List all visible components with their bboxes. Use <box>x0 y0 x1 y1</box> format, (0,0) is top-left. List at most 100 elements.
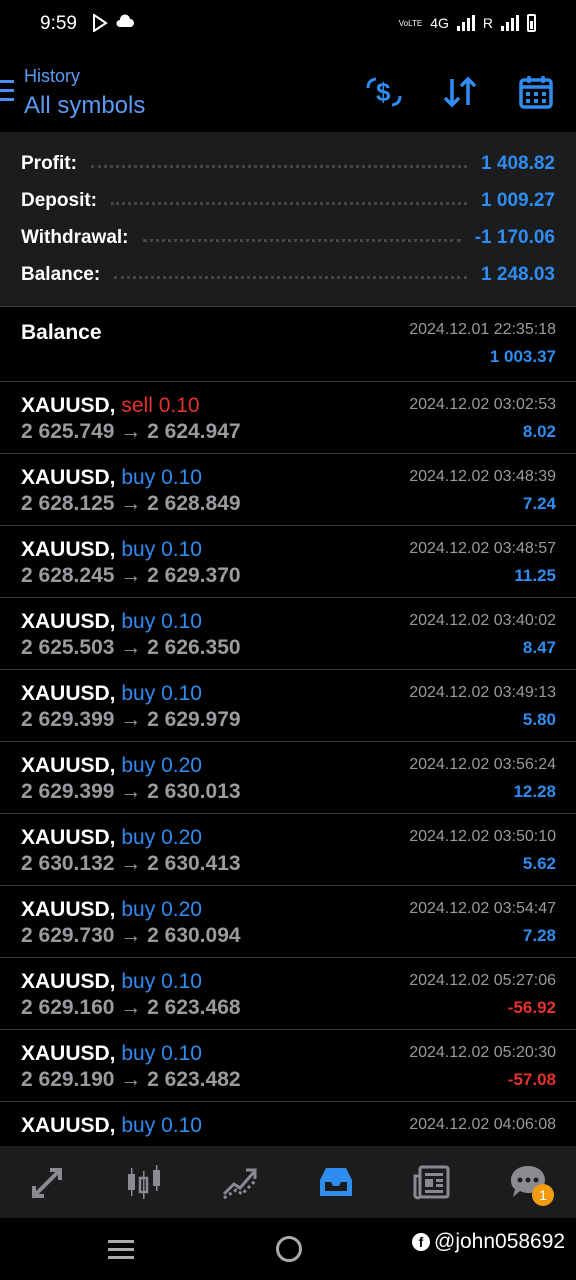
trade-row[interactable]: XAUUSD, buy 0.10 2 629.160 → 2 623.468 202… <box>0 957 576 1029</box>
balance-entry[interactable]: Balance 2024.12.01 22:35:18 1 003.37 <box>0 306 576 381</box>
news-icon[interactable] <box>402 1152 462 1212</box>
page-title[interactable]: All symbols <box>24 92 145 120</box>
status-bar: 9:59 VoLTE 4G R <box>0 0 576 52</box>
trade-prices: 2 629.190 → 2 623.482 <box>21 1068 241 1091</box>
play-store-icon <box>93 14 108 32</box>
trade-prices: 2 628.125 → 2 628.849 <box>21 492 241 515</box>
trade-side: buy 0.20 <box>121 826 202 849</box>
trade-row[interactable]: XAUUSD, sell 0.10 2 625.749 → 2 624.947 20… <box>0 381 576 453</box>
messages-icon[interactable]: 1 <box>498 1152 558 1212</box>
trade-symbol: XAUUSD, buy 0.10 <box>21 466 202 489</box>
trade-row[interactable]: XAUUSD, buy 0.20 2 629.730 → 2 630.094 202… <box>0 885 576 957</box>
trade-row[interactable]: XAUUSD, buy 0.10 2 629.399 → 2 629.979 202… <box>0 669 576 741</box>
history-list[interactable]: Balance 2024.12.01 22:35:18 1 003.37 XAU… <box>0 306 576 1146</box>
watermark: f @john058692 <box>412 1230 565 1254</box>
trade-side: buy 0.20 <box>121 898 202 921</box>
volte-indicator: VoLTE <box>398 18 423 28</box>
trade-prices: 2 629.399 → 2 630.013 <box>21 780 241 803</box>
trade-datetime: 2024.12.02 03:50:10 <box>409 828 556 845</box>
signal-icon <box>456 15 475 31</box>
dollar-exchange-icon[interactable]: $ <box>362 70 406 114</box>
balance-entry-datetime: 2024.12.01 22:35:18 <box>409 321 556 338</box>
trade-symbol: XAUUSD, buy 0.10 <box>21 1042 202 1065</box>
trade-profit: 7.28 <box>522 926 556 945</box>
trade-row[interactable]: XAUUSD, buy 0.10 2 628.125 → 2 628.849 202… <box>0 453 576 525</box>
trade-prices: 2 625.749 → 2 624.947 <box>21 420 241 443</box>
calendar-icon[interactable] <box>514 70 558 114</box>
chart-candles-icon[interactable] <box>114 1152 174 1212</box>
trade-profit: 8.02 <box>522 422 556 441</box>
summary-withdrawal: Withdrawal: -1 170.06 <box>21 227 555 248</box>
trade-side: buy 0.10 <box>121 1114 202 1137</box>
trade-profit: 5.62 <box>522 854 556 873</box>
trade-prices: 2 630.132 → 2 630.413 <box>21 852 241 875</box>
trade-profit: 5.80 <box>522 710 556 729</box>
trade-row[interactable]: XAUUSD, buy 0.10 2 628.245 → 2 629.370 202… <box>0 525 576 597</box>
watermark-handle: @john058692 <box>434 1230 566 1253</box>
network-type: 4G <box>430 15 449 31</box>
trade-datetime: 2024.12.02 03:56:24 <box>409 756 556 773</box>
trade-profit: 8.47 <box>522 638 556 657</box>
trade-prices: 2 629.730 → 2 630.094 <box>21 924 241 947</box>
trade-prices: 2 629.399 → 2 629.979 <box>21 708 241 731</box>
balance-entry-label: Balance <box>21 321 102 344</box>
trade-side: buy 0.10 <box>121 682 202 705</box>
trade-side: sell 0.10 <box>121 394 200 417</box>
trade-datetime: 2024.12.02 04:06:08 <box>409 1116 556 1133</box>
quotes-icon[interactable] <box>18 1152 78 1212</box>
trade-profit: -57.08 <box>507 1070 556 1089</box>
trade-symbol: XAUUSD, buy 0.20 <box>21 826 202 849</box>
trade-prices: 2 629.160 → 2 623.468 <box>21 996 241 1019</box>
battery-icon <box>527 14 536 32</box>
summary-deposit: Deposit: 1 009.27 <box>21 190 555 211</box>
trade-row[interactable]: XAUUSD, buy 0.10 → 2024.12.02 04:06:08 <box>0 1101 576 1146</box>
trade-side: buy 0.10 <box>121 1042 202 1065</box>
status-time: 9:59 <box>40 13 77 34</box>
signal-2-icon <box>501 15 519 31</box>
trade-datetime: 2024.12.02 03:48:39 <box>409 468 556 485</box>
trade-profit: -56.92 <box>507 998 556 1017</box>
header-subtitle: History <box>24 66 81 86</box>
trade-side: buy 0.20 <box>121 754 202 777</box>
svg-text:$: $ <box>376 77 391 107</box>
trade-prices: 2 628.245 → 2 629.370 <box>21 564 241 587</box>
home-icon[interactable] <box>276 1236 302 1262</box>
trade-symbol: XAUUSD, buy 0.10 <box>21 1114 202 1137</box>
trade-side: buy 0.10 <box>121 538 202 561</box>
summary-profit: Profit: 1 408.82 <box>21 153 555 174</box>
trade-icon[interactable] <box>210 1152 270 1212</box>
summary-panel: Profit: 1 408.82 Deposit: 1 009.27 Withd… <box>0 132 576 306</box>
bottom-navigation: 1 <box>0 1146 576 1218</box>
trade-symbol: XAUUSD, buy 0.20 <box>21 754 202 777</box>
menu-icon[interactable] <box>0 80 14 102</box>
trade-datetime: 2024.12.02 03:40:02 <box>409 612 556 629</box>
trade-datetime: 2024.12.02 05:20:30 <box>409 1044 556 1061</box>
sort-icon[interactable] <box>438 70 482 114</box>
balance-entry-amount: 1 003.37 <box>489 347 556 366</box>
trade-symbol: XAUUSD, buy 0.10 <box>21 682 202 705</box>
recent-apps-icon[interactable] <box>108 1240 134 1264</box>
trade-symbol: XAUUSD, buy 0.10 <box>21 970 202 993</box>
trade-profit: 11.25 <box>514 566 556 585</box>
trade-profit: 12.28 <box>513 782 556 801</box>
trade-datetime: 2024.12.02 03:02:53 <box>409 396 556 413</box>
trade-symbol: XAUUSD, buy 0.10 <box>21 610 202 633</box>
trade-side: buy 0.10 <box>121 466 202 489</box>
trade-datetime: 2024.12.02 03:54:47 <box>409 900 556 917</box>
trade-row[interactable]: XAUUSD, buy 0.20 2 629.399 → 2 630.013 202… <box>0 741 576 813</box>
trade-row[interactable]: XAUUSD, buy 0.10 2 629.190 → 2 623.482 202… <box>0 1029 576 1101</box>
trade-symbol: XAUUSD, buy 0.10 <box>21 538 202 561</box>
history-inbox-icon[interactable] <box>306 1152 366 1212</box>
trade-datetime: 2024.12.02 03:48:57 <box>409 540 556 557</box>
system-navigation: f @john058692 <box>0 1218 576 1280</box>
roaming-indicator: R <box>482 15 493 31</box>
cloud-icon <box>116 14 134 27</box>
trade-row[interactable]: XAUUSD, buy 0.10 2 625.503 → 2 626.350 202… <box>0 597 576 669</box>
trade-profit: 7.24 <box>522 494 556 513</box>
trade-symbol: XAUUSD, buy 0.20 <box>21 898 202 921</box>
trade-row[interactable]: XAUUSD, buy 0.20 2 630.132 → 2 630.413 202… <box>0 813 576 885</box>
trade-datetime: 2024.12.02 05:27:06 <box>409 972 556 989</box>
summary-balance: Balance: 1 248.03 <box>21 264 555 285</box>
trade-side: buy 0.10 <box>121 610 202 633</box>
facebook-icon: f <box>412 1233 430 1251</box>
